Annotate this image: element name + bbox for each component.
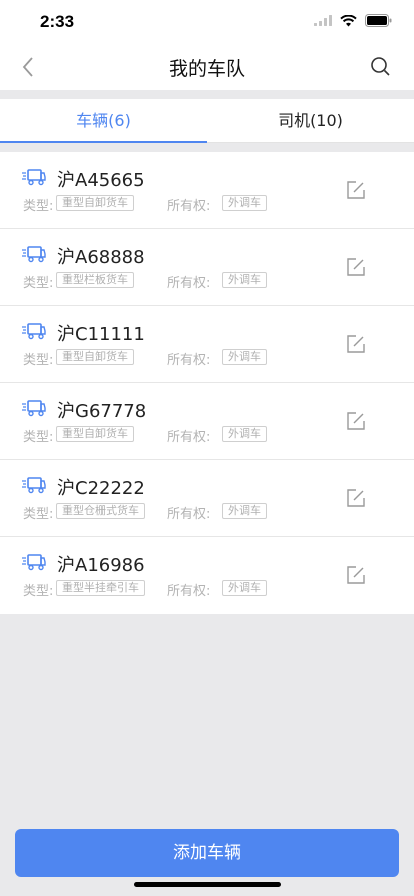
edit-icon[interactable]	[346, 257, 366, 277]
status-time: 2:33	[40, 12, 75, 31]
status-bar: 2:33	[0, 0, 414, 44]
vehicle-type-tag: 重型自卸货车	[56, 349, 134, 365]
ownership-label: 所有权:	[167, 353, 211, 368]
ownership-label: 所有权:	[167, 430, 211, 445]
vehicle-type-tag: 重型自卸货车	[56, 426, 134, 442]
vehicle-item[interactable]: 沪A68888 类型: 重型栏板货车 所有权: 外调车	[0, 229, 414, 306]
plate-number: 沪A16986	[57, 555, 145, 576]
ownership-label: 所有权:	[167, 584, 211, 599]
tab-drivers[interactable]: 司机(10)	[207, 99, 414, 142]
type-label: 类型:	[23, 430, 54, 445]
vehicle-item[interactable]: 沪A16986 类型: 重型半挂牵引车 所有权: 外调车	[0, 537, 414, 614]
truck-icon	[22, 477, 46, 494]
tab-vehicles[interactable]: 车辆(6)	[0, 99, 207, 143]
type-label: 类型:	[23, 507, 54, 522]
search-button[interactable]	[368, 54, 394, 80]
plate-number: 沪C11111	[57, 324, 145, 345]
truck-icon	[22, 323, 46, 340]
ownership-tag: 外调车	[222, 349, 267, 365]
type-label: 类型:	[23, 353, 54, 368]
page-title: 我的车队	[168, 58, 245, 80]
type-label: 类型:	[23, 199, 54, 214]
type-label: 类型:	[23, 584, 54, 599]
home-indicator	[134, 882, 281, 887]
vehicle-type-tag: 重型仓栅式货车	[56, 503, 145, 519]
plate-number: 沪A45665	[57, 170, 145, 191]
edit-icon[interactable]	[346, 488, 366, 508]
add-vehicle-button[interactable]: 添加车辆	[15, 829, 399, 877]
plate-number: 沪A68888	[57, 247, 145, 268]
vehicle-list: 沪A45665 类型: 重型自卸货车 所有权: 外调车 沪A68888 类型: …	[0, 152, 414, 614]
truck-icon	[22, 169, 46, 186]
vehicle-item[interactable]: 沪C11111 类型: 重型自卸货车 所有权: 外调车	[0, 306, 414, 383]
edit-icon[interactable]	[346, 411, 366, 431]
header-divider	[0, 90, 414, 99]
ownership-tag: 外调车	[222, 272, 267, 288]
vehicle-item[interactable]: 沪C22222 类型: 重型仓栅式货车 所有权: 外调车	[0, 460, 414, 537]
truck-icon	[22, 246, 46, 263]
vehicle-type-tag: 重型半挂牵引车	[56, 580, 145, 596]
vehicle-type-tag: 重型栏板货车	[56, 272, 134, 288]
type-label: 类型:	[23, 276, 54, 291]
ownership-tag: 外调车	[222, 503, 267, 519]
wifi-icon	[340, 14, 357, 26]
tab-bar: 车辆(6) 司机(10)	[0, 99, 414, 143]
edit-icon[interactable]	[346, 565, 366, 585]
nav-bar: 我的车队	[0, 44, 414, 90]
plate-number: 沪G67778	[57, 401, 147, 422]
edit-icon[interactable]	[346, 334, 366, 354]
ownership-tag: 外调车	[222, 426, 267, 442]
battery-icon	[365, 14, 392, 27]
signal-icon	[314, 15, 332, 26]
vehicle-item[interactable]: 沪A45665 类型: 重型自卸货车 所有权: 外调车	[0, 152, 414, 229]
ownership-tag: 外调车	[222, 195, 267, 211]
ownership-label: 所有权:	[167, 276, 211, 291]
ownership-tag: 外调车	[222, 580, 267, 596]
status-icons	[314, 14, 392, 27]
edit-icon[interactable]	[346, 180, 366, 200]
ownership-label: 所有权:	[167, 507, 211, 522]
truck-icon	[22, 554, 46, 571]
search-icon	[371, 57, 390, 76]
vehicle-type-tag: 重型自卸货车	[56, 195, 134, 211]
ownership-label: 所有权:	[167, 199, 211, 214]
plate-number: 沪C22222	[57, 478, 145, 499]
vehicle-item[interactable]: 沪G67778 类型: 重型自卸货车 所有权: 外调车	[0, 383, 414, 460]
truck-icon	[22, 400, 46, 417]
